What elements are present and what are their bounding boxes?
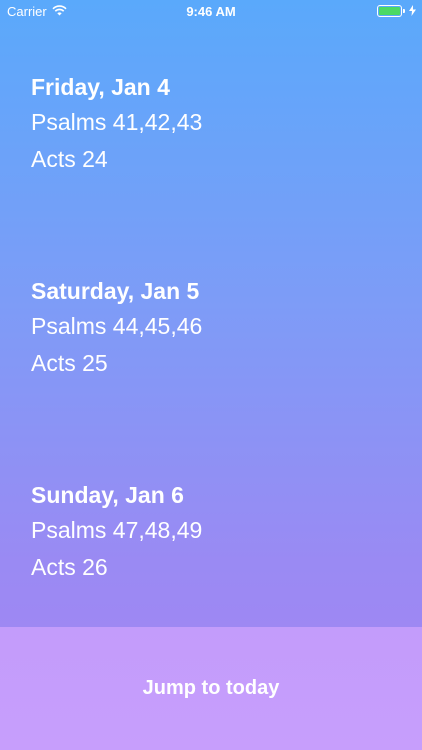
jump-to-today-button[interactable]: Jump to today: [123, 667, 300, 710]
jump-bar: Jump to today: [0, 627, 422, 750]
status-right: [377, 4, 416, 19]
battery-icon: [377, 5, 405, 17]
reading-item[interactable]: Acts 25: [31, 345, 402, 382]
reading-item[interactable]: Psalms 47,48,49: [31, 512, 402, 549]
day-title: Sunday, Jan 6: [31, 482, 184, 508]
reading-list[interactable]: Friday, Jan 4 Psalms 41,42,43 Acts 24 Sa…: [31, 70, 402, 682]
status-left: Carrier: [7, 4, 67, 19]
reading-item[interactable]: Acts 24: [31, 141, 402, 178]
reading-item[interactable]: Psalms 44,45,46: [31, 308, 402, 345]
day-title: Saturday, Jan 5: [31, 278, 200, 304]
bolt-icon: [409, 4, 416, 19]
status-bar: Carrier 9:46 AM: [0, 0, 422, 22]
wifi-icon: [52, 4, 67, 19]
day-entry-sat[interactable]: Saturday, Jan 5 Psalms 44,45,46 Acts 25: [31, 274, 402, 478]
carrier-label: Carrier: [7, 3, 47, 19]
day-title: Friday, Jan 4: [31, 74, 170, 100]
reading-item[interactable]: Psalms 41,42,43: [31, 104, 402, 141]
reading-item[interactable]: Acts 26: [31, 549, 402, 586]
battery-fill: [379, 7, 400, 15]
day-entry-fri[interactable]: Friday, Jan 4 Psalms 41,42,43 Acts 24: [31, 70, 402, 274]
